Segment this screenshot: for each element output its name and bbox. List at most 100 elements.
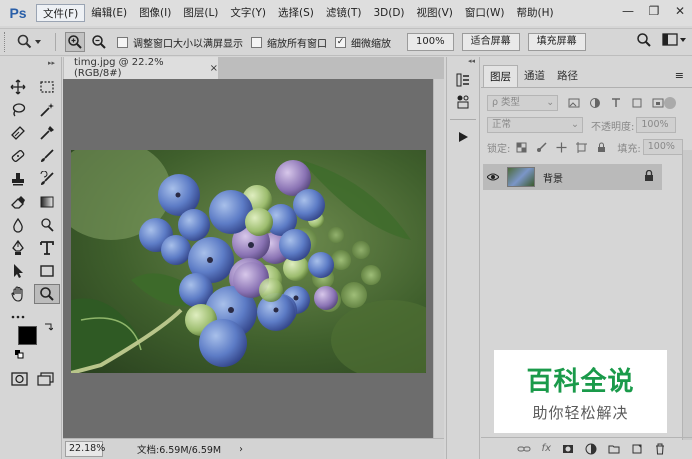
fill-field[interactable]: 100% <box>642 139 683 155</box>
tab-layers[interactable]: 图层 <box>483 65 518 87</box>
scrubby-zoom-checkbox[interactable]: ✓ 细微缩放 <box>335 35 391 50</box>
hand-tool[interactable] <box>5 284 31 304</box>
zoom-all-windows-checkbox[interactable]: 缩放所有窗口 <box>251 35 327 50</box>
blur-tool[interactable] <box>5 215 31 235</box>
menu-window[interactable]: 窗口(W) <box>459 4 511 22</box>
lock-position-icon[interactable] <box>556 142 567 153</box>
new-layer-icon[interactable] <box>631 443 643 455</box>
document-tab[interactable]: timg.jpg @ 22.2%(RGB/8#) × <box>64 57 218 79</box>
default-colors-icon[interactable] <box>15 350 24 359</box>
properties-panel-button[interactable] <box>452 93 474 111</box>
document-tabs: timg.jpg @ 22.2%(RGB/8#) × <box>63 57 444 79</box>
clone-stamp-tool[interactable] <box>5 169 31 189</box>
menu-select[interactable]: 选择(S) <box>272 4 320 22</box>
workspace-icon[interactable] <box>662 32 686 48</box>
document-image[interactable] <box>71 150 426 373</box>
magic-wand-tool[interactable] <box>34 100 60 120</box>
foreground-color[interactable] <box>18 326 37 345</box>
search-icon[interactable] <box>636 32 652 48</box>
menu-3d[interactable]: 3D(D) <box>367 4 410 22</box>
tab-paths[interactable]: 路径 <box>551 65 584 87</box>
collapse-panels-icon[interactable]: ◂◂ <box>447 57 479 67</box>
opacity-field[interactable]: 100% <box>636 117 677 133</box>
filter-toggle[interactable] <box>664 97 676 109</box>
checkbox-checked[interactable]: ✓ <box>335 36 346 48</box>
panel-menu-icon[interactable]: ≡ <box>675 69 684 82</box>
menu-image[interactable]: 图像(I) <box>133 4 177 22</box>
crop-tool[interactable] <box>5 123 31 143</box>
type-filter-icon[interactable] <box>610 97 622 109</box>
swap-colors-icon[interactable] <box>43 322 53 332</box>
fx-icon[interactable]: fx <box>542 443 551 454</box>
image-filter-icon[interactable] <box>568 97 580 109</box>
path-selection-tool[interactable] <box>5 261 31 281</box>
tool-preset-picker[interactable] <box>16 33 50 51</box>
layers-scrollbar[interactable] <box>682 150 692 440</box>
actions-panel-button[interactable] <box>452 128 474 146</box>
layer-row[interactable]: 背景 <box>483 164 662 190</box>
checkbox-unchecked[interactable] <box>251 36 262 48</box>
adjustment-filter-icon[interactable] <box>589 97 601 109</box>
fill-screen-button[interactable]: 填充屏幕 <box>527 33 586 51</box>
layer-name[interactable]: 背景 <box>543 170 563 185</box>
status-menu-arrow[interactable]: › <box>239 444 243 455</box>
zoom-in-button[interactable] <box>65 32 85 52</box>
type-tool[interactable] <box>34 238 60 258</box>
zoom-100-button[interactable]: 100% <box>407 33 454 51</box>
gradient-tool[interactable] <box>34 192 60 212</box>
fit-screen-button[interactable]: 适合屏幕 <box>461 33 520 51</box>
collapse-icon[interactable]: ▸▸ <box>0 57 61 69</box>
lock-all-icon[interactable] <box>596 142 607 153</box>
checkbox-unchecked[interactable] <box>117 36 128 48</box>
restore-button[interactable]: ❐ <box>646 2 662 20</box>
screen-mode-button[interactable] <box>37 372 55 386</box>
lock-pixels-icon[interactable] <box>516 142 527 153</box>
menu-view[interactable]: 视图(V) <box>411 4 459 22</box>
lock-brush-icon[interactable] <box>536 141 547 153</box>
zoom-out-button[interactable] <box>89 32 109 52</box>
trash-icon[interactable] <box>654 443 666 455</box>
move-tool[interactable] <box>5 77 31 97</box>
blend-mode-select[interactable]: 正常 ⌄ <box>487 117 583 133</box>
rectangle-tool[interactable] <box>34 261 60 281</box>
group-icon[interactable] <box>608 443 620 455</box>
smart-object-filter-icon[interactable] <box>652 97 664 109</box>
marquee-tool[interactable] <box>34 77 60 97</box>
minimize-button[interactable]: — <box>620 2 636 20</box>
menu-help[interactable]: 帮助(H) <box>511 4 560 22</box>
layer-filter-select[interactable]: ρ 类型 ⌄ <box>487 95 559 111</box>
crop-icon <box>11 126 25 140</box>
menu-layer[interactable]: 图层(L) <box>177 4 224 22</box>
menu-type[interactable]: 文字(Y) <box>224 4 272 22</box>
history-brush-tool[interactable] <box>34 169 60 189</box>
canvas-area[interactable] <box>63 79 444 438</box>
close-button[interactable]: ✕ <box>672 2 688 20</box>
dodge-tool[interactable] <box>34 215 60 235</box>
eyedropper-tool[interactable] <box>34 123 60 143</box>
quick-mask-button[interactable] <box>11 372 29 386</box>
pen-tool[interactable] <box>5 238 31 258</box>
zoom-level-field[interactable]: 22.18% <box>65 441 105 457</box>
adjustment-icon[interactable] <box>585 443 597 455</box>
history-icon <box>456 73 469 87</box>
menu-filter[interactable]: 滤镜(T) <box>320 4 368 22</box>
menu-file[interactable]: 文件(F) <box>36 4 86 22</box>
history-panel-button[interactable] <box>452 71 474 89</box>
lock-artboard-icon[interactable] <box>576 141 588 153</box>
link-icon[interactable] <box>517 444 531 454</box>
menu-edit[interactable]: 编辑(E) <box>85 4 133 22</box>
shape-filter-icon[interactable] <box>631 97 643 109</box>
brush-tool[interactable] <box>34 146 60 166</box>
eye-icon[interactable] <box>483 173 503 181</box>
eraser-tool[interactable] <box>5 192 31 212</box>
resize-windows-checkbox[interactable]: 调整窗口大小以满屏显示 <box>117 35 243 50</box>
zoom-tool[interactable] <box>34 284 60 304</box>
canvas-scrollbar[interactable] <box>433 79 444 438</box>
watermark-title: 百科全说 <box>526 366 635 397</box>
mask-icon[interactable] <box>562 443 574 455</box>
tab-channels[interactable]: 通道 <box>518 65 551 87</box>
lasso-tool[interactable] <box>5 100 31 120</box>
close-tab-icon[interactable]: × <box>210 63 218 74</box>
healing-brush-tool[interactable] <box>5 146 31 166</box>
options-grip[interactable] <box>4 32 10 52</box>
